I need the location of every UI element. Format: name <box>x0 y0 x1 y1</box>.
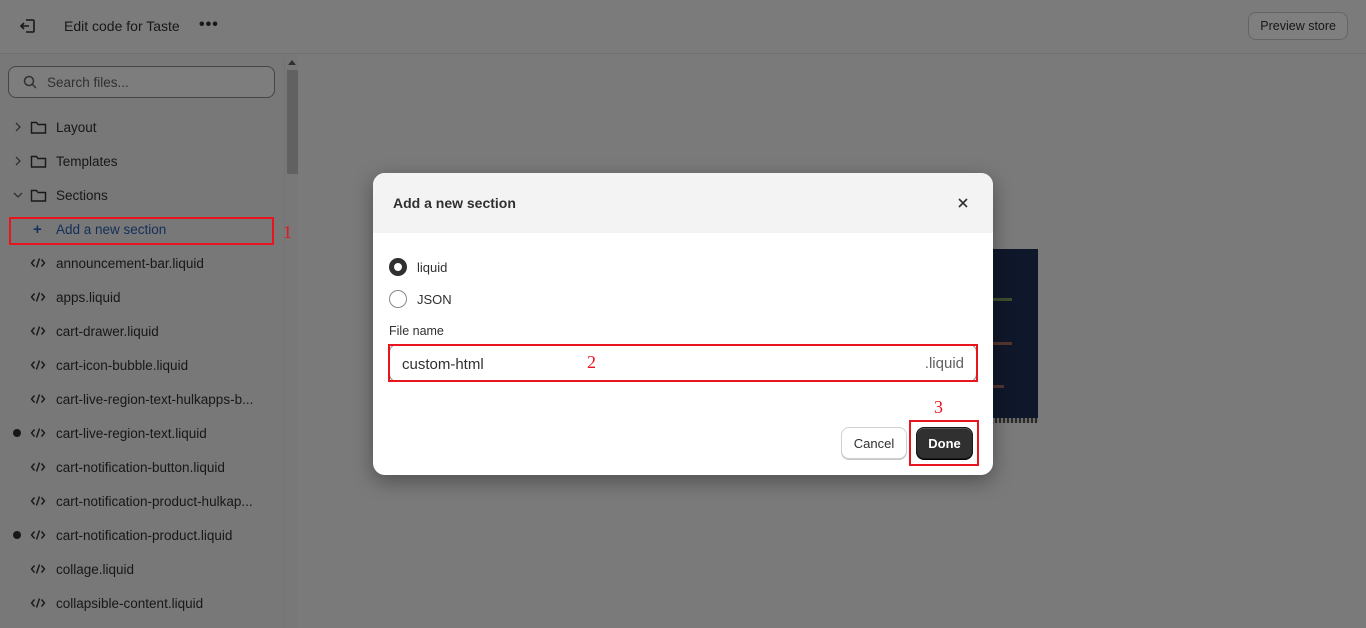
radio-label: liquid <box>417 259 448 275</box>
add-section-dialog: Add a new section liquid JSON File name … <box>373 173 993 475</box>
radio-option-liquid[interactable]: liquid <box>389 257 447 277</box>
radio-label: JSON <box>417 291 452 307</box>
annotation-box-2 <box>388 344 978 382</box>
file-name-label: File name <box>389 324 444 338</box>
radio-button[interactable] <box>389 290 407 308</box>
radio-button[interactable] <box>389 258 407 276</box>
dialog-title: Add a new section <box>393 195 516 211</box>
annotation-number-3: 3 <box>934 397 943 417</box>
annotation-number-2: 2 <box>587 352 596 372</box>
dialog-header: Add a new section <box>373 173 993 233</box>
annotation-box-1 <box>9 217 274 245</box>
radio-option-json[interactable]: JSON <box>389 289 452 309</box>
close-icon[interactable] <box>956 196 970 210</box>
annotation-number-1: 1 <box>283 222 292 242</box>
annotation-box-3 <box>909 420 979 466</box>
cancel-button[interactable]: Cancel <box>841 427 907 459</box>
